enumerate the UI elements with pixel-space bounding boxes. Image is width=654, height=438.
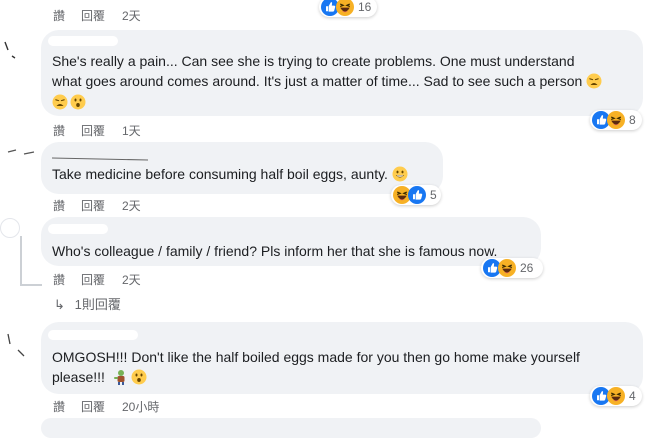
- comment-time[interactable]: 1天: [122, 122, 141, 139]
- comment-emoji-row: [52, 94, 86, 112]
- replies-count-label: 1則回覆: [74, 297, 121, 312]
- comment-actions: 讚 回覆 1天: [53, 122, 173, 139]
- comment-bubble-partial: [41, 418, 541, 438]
- redacted-author-name: [48, 36, 118, 46]
- reaction-summary[interactable]: 4: [590, 386, 642, 406]
- comment-time[interactable]: 20小時: [122, 398, 159, 415]
- reaction-summary[interactable]: 5: [391, 185, 441, 205]
- reply-arrow-icon: ↳: [54, 297, 65, 312]
- comment-actions: 讚 回覆 2天: [53, 271, 173, 288]
- like-action[interactable]: 讚: [53, 197, 65, 214]
- like-action[interactable]: 讚: [53, 271, 65, 288]
- comment-text-line-content: what goes around comes around. It's just…: [52, 73, 583, 89]
- thumbs-up-icon: [408, 186, 426, 204]
- avatar[interactable]: [0, 218, 20, 238]
- thread-connector: [20, 236, 22, 286]
- reaction-count: 5: [430, 188, 437, 202]
- reaction-summary[interactable]: 26: [481, 258, 543, 278]
- view-replies-link[interactable]: ↳ 1則回覆: [54, 294, 121, 313]
- reaction-count: 26: [520, 261, 534, 275]
- reaction-count: 8: [629, 113, 636, 127]
- avatar-scribble: [7, 333, 25, 357]
- avatar-scribble: [4, 41, 16, 59]
- reaction-count: 4: [629, 389, 636, 403]
- reply-action[interactable]: 回覆: [81, 271, 105, 288]
- reply-action[interactable]: 回覆: [81, 197, 105, 214]
- comment-text-line: what goes around comes around. It's just…: [52, 70, 602, 93]
- like-action[interactable]: 讚: [53, 122, 65, 139]
- zombie-emoji: [113, 369, 129, 385]
- comment-text-line-content: please!!!: [52, 369, 105, 385]
- surprised-face-emoji: [70, 94, 86, 110]
- redacted-author-name: [48, 224, 108, 234]
- comment-text-line-content: Take medicine before consuming half boil…: [52, 166, 388, 182]
- comment-time[interactable]: 2天: [122, 271, 141, 288]
- redacted-author-name: [48, 330, 138, 340]
- tired-face-emoji: [586, 73, 602, 89]
- reply-action[interactable]: 回覆: [81, 398, 105, 415]
- comment-actions: 讚 回覆 2天: [53, 7, 173, 24]
- surprised-face-emoji: [131, 369, 147, 385]
- reply-action[interactable]: 回覆: [81, 7, 105, 24]
- grinning-face-emoji: [392, 166, 408, 182]
- like-action[interactable]: 讚: [53, 398, 65, 415]
- comment-time[interactable]: 2天: [122, 7, 141, 24]
- laughing-face-icon: [498, 259, 516, 277]
- comment-text-line: Who's colleague / family / friend? Pls i…: [52, 243, 498, 259]
- reaction-summary[interactable]: 16: [319, 0, 377, 17]
- laughing-face-icon: [336, 0, 354, 16]
- like-action[interactable]: 讚: [53, 7, 65, 24]
- comment-text-line: Take medicine before consuming half boil…: [52, 163, 408, 186]
- laughing-face-icon: [607, 111, 625, 129]
- tired-face-emoji: [52, 94, 68, 110]
- laughing-face-icon: [607, 387, 625, 405]
- reaction-summary[interactable]: 8: [590, 110, 642, 130]
- avatar-scribble: [7, 149, 35, 155]
- comment-actions: 讚 回覆 2天: [53, 197, 173, 214]
- reaction-count: 16: [358, 0, 372, 14]
- reply-action[interactable]: 回覆: [81, 122, 105, 139]
- comment-text-line: please!!!: [52, 366, 147, 389]
- redacted-author-name: [51, 157, 149, 161]
- comment-time[interactable]: 2天: [122, 197, 141, 214]
- comment-actions: 讚 回覆 20小時: [53, 398, 183, 415]
- thread-connector: [20, 284, 42, 286]
